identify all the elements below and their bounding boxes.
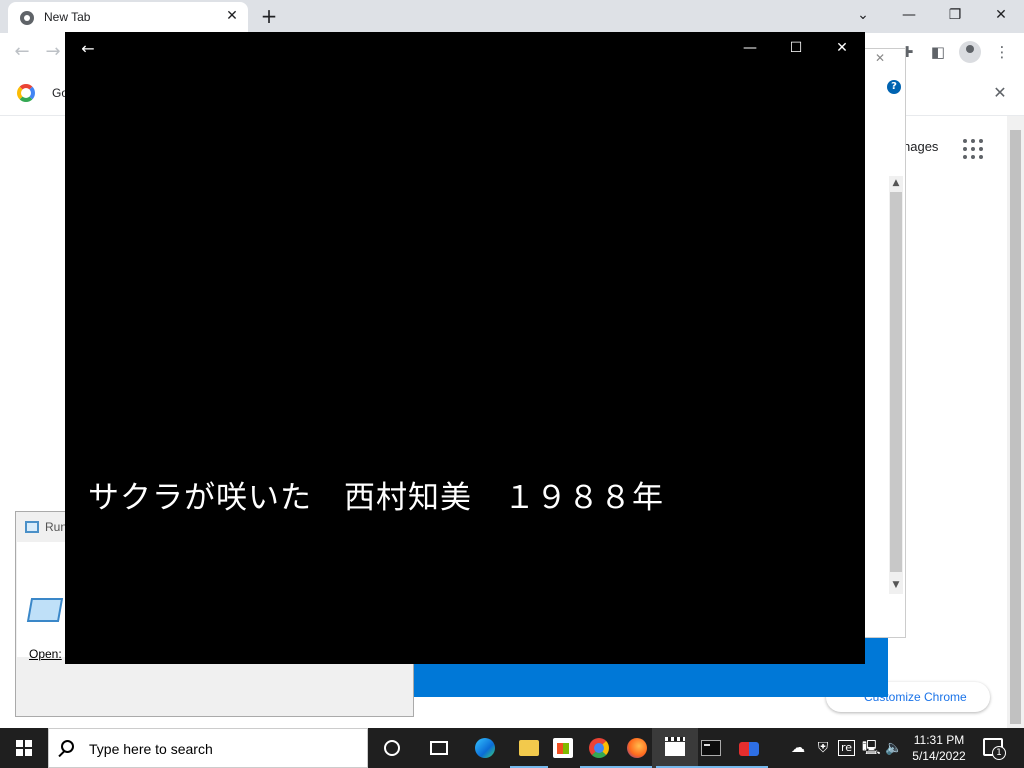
player-maximize-button[interactable]: ☐: [781, 36, 811, 60]
game-app-icon: [739, 742, 759, 756]
tab-new-tab[interactable]: New Tab ✕: [8, 2, 248, 33]
search-placeholder: Type here to search: [89, 741, 213, 757]
player-minimize-button[interactable]: —: [735, 36, 765, 60]
google-icon: [17, 84, 35, 102]
scroll-down-icon[interactable]: ▼: [890, 579, 902, 591]
clock-date: 5/14/2022: [912, 749, 966, 763]
taskbar-edge[interactable]: [462, 728, 508, 768]
profile-avatar-icon[interactable]: [959, 41, 981, 63]
page-scroll-thumb[interactable]: [1010, 130, 1021, 724]
command-prompt-icon: [701, 740, 721, 756]
taskbar-search-box[interactable]: Type here to search: [48, 728, 368, 768]
player-close-button[interactable]: ✕: [827, 36, 857, 60]
edge-icon: [475, 738, 495, 758]
start-button[interactable]: [0, 728, 48, 768]
back-arrow-icon[interactable]: ←: [11, 41, 33, 63]
run-title-icon: [25, 521, 39, 533]
chrome-favicon-icon: [20, 11, 34, 25]
chrome-icon: [589, 738, 609, 758]
taskbar-game-app[interactable]: [726, 728, 772, 768]
images-link[interactable]: nages: [903, 139, 938, 154]
browser-minimize-button[interactable]: —: [894, 4, 924, 26]
tray-re-icon[interactable]: re: [838, 740, 855, 756]
google-apps-icon[interactable]: [962, 138, 984, 160]
media-player-window[interactable]: ← — ☐ ✕ サクラが咲いた 西村知美 １９８８年: [65, 32, 865, 664]
run-dialog-title: Run: [45, 520, 68, 534]
volume-icon[interactable]: 🔈: [885, 739, 903, 757]
clock-time: 11:31 PM: [913, 733, 965, 747]
video-clapper-icon: [665, 737, 685, 756]
page-scrollbar[interactable]: [1007, 116, 1024, 728]
cortana-button[interactable]: [369, 728, 415, 768]
browser-close-button[interactable]: ✕: [986, 4, 1016, 26]
browser-restore-button[interactable]: ❐: [940, 4, 970, 26]
run-open-label: Open:: [29, 647, 62, 661]
new-tab-button[interactable]: +: [258, 5, 280, 27]
dialog-close-icon[interactable]: ✕: [875, 51, 885, 65]
back-arrow-icon[interactable]: ←: [77, 38, 99, 60]
bar-close-icon[interactable]: ✕: [990, 83, 1010, 103]
notification-count-badge: 1: [992, 746, 1006, 760]
dialog-scroll-thumb[interactable]: [890, 192, 902, 572]
task-view-icon: [430, 741, 448, 755]
scroll-up-icon[interactable]: ▲: [890, 177, 902, 189]
network-icon[interactable]: 🖳: [862, 739, 881, 757]
run-program-icon: [26, 598, 64, 622]
windows-taskbar: Type here to search ☁ ⛨ re 🖳 🔈 11:31 PM …: [0, 728, 1024, 768]
cloud-offline-icon[interactable]: ☁: [789, 739, 807, 757]
search-icon: [61, 740, 74, 753]
video-subtitle-text: サクラが咲いた 西村知美 １９８８年: [88, 480, 664, 516]
store-icon: [553, 738, 573, 758]
help-icon[interactable]: ?: [887, 80, 901, 94]
file-explorer-icon: [519, 740, 539, 756]
forward-arrow-icon[interactable]: →: [42, 41, 64, 63]
tab-search-chevron-icon[interactable]: ⌄: [848, 4, 878, 26]
chrome-menu-icon[interactable]: ⋮: [992, 42, 1012, 62]
side-panel-icon[interactable]: ◧: [928, 42, 948, 62]
browser-tabstrip: New Tab ✕ + ⌄ — ❐ ✕: [0, 0, 1024, 33]
firefox-icon: [627, 738, 647, 758]
taskbar-clock[interactable]: 11:31 PM 5/14/2022: [905, 730, 973, 766]
cortana-icon: [384, 740, 400, 756]
tab-title: New Tab: [44, 10, 91, 24]
windows-logo-icon: [16, 740, 32, 756]
defender-shield-icon[interactable]: ⛨: [814, 739, 832, 757]
dialog-scrollbar[interactable]: ▲ ▼: [889, 176, 903, 594]
task-view-button[interactable]: [416, 728, 462, 768]
tab-close-icon[interactable]: ✕: [224, 8, 240, 24]
